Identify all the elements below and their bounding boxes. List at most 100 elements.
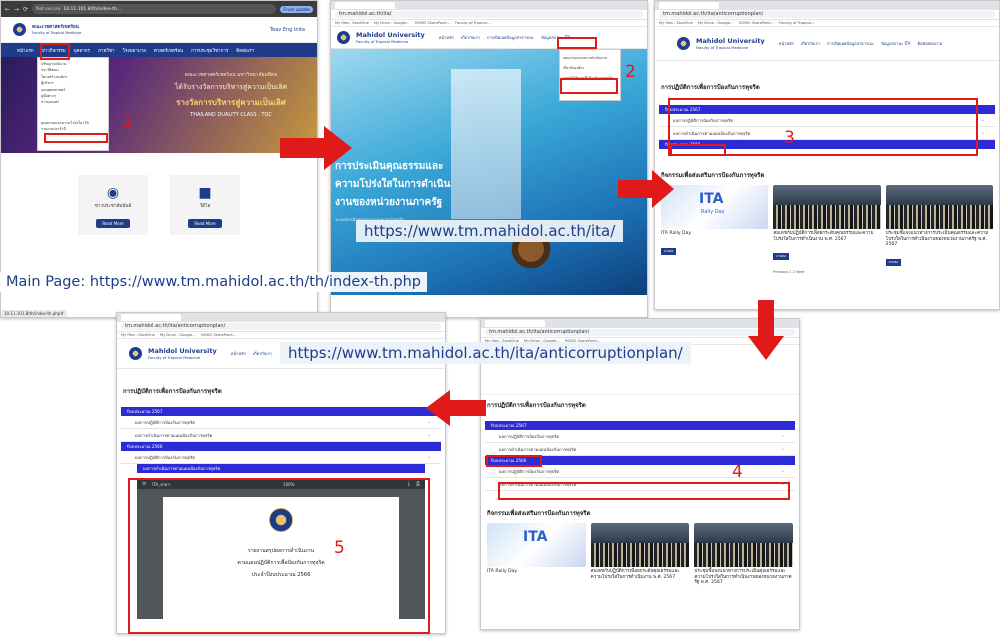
step2-highlight-submenu [560, 78, 618, 94]
browser-tab[interactable] [659, 2, 719, 9]
browser-tab[interactable] [485, 320, 545, 327]
read-more-button[interactable]: อ่านต่อ [661, 247, 677, 255]
nav-home[interactable]: หน้าหลัก [779, 40, 794, 47]
mahidol-logo-icon [129, 347, 142, 360]
browser-tab[interactable] [335, 2, 395, 9]
activity-card[interactable]: ITA Rally Day ITA Rally Day อ่านต่อ [661, 185, 769, 267]
main-page-caption: Main Page: https://www.tm.mahidol.ac.th/… [0, 272, 427, 292]
nav-about[interactable]: เกี่ยวกับเรา [461, 34, 480, 41]
address-bar[interactable]: tm.mahidol.ac.th/ita/ [335, 11, 643, 18]
nav-about[interactable]: เกี่ยวกับเรา [253, 350, 272, 357]
bookmark[interactable]: My Drive - Google... [698, 21, 734, 25]
nav-disclosure[interactable]: การเปิดเผยข้อมูลสาธารณะ [487, 34, 534, 41]
banner-line3: รางวัลการบริหารสู่ความเป็นเลิศ [176, 98, 286, 107]
nav-contact[interactable]: ติดต่อเรา [236, 47, 254, 54]
mahidol-name: Mahidol University [356, 30, 425, 39]
accordion-2567[interactable]: ปีงบประมาณ 2567 [121, 407, 441, 416]
address-row: tm.mahidol.ac.th/ita/anticorruptionplan/ [117, 322, 445, 332]
accordion-item-label: ผลการดำเนินการตามแผนป้องกันการทุจริต [499, 447, 577, 452]
bookmark[interactable]: My files - StudiOne [659, 21, 693, 25]
step5-number: 5 [334, 538, 345, 558]
bookmark[interactable]: My files - StudiOne [335, 21, 369, 25]
activity-card[interactable]: ITA ITA Rally Day [487, 523, 586, 586]
read-more-button[interactable]: Read More [188, 219, 222, 228]
video-card[interactable]: ■ วีดีโอ Read More [170, 175, 240, 235]
nav-home[interactable]: หน้าแรก [17, 47, 34, 54]
nav-home[interactable]: หน้าหลัก [439, 34, 454, 41]
ita-rally-image: ITA Rally Day [661, 185, 769, 229]
accordion-plan-result-open[interactable]: ผลการดำเนินการตามแผนป้องกันการทุจริต [137, 464, 425, 473]
ita-landing-screenshot: tm.mahidol.ac.th/ita/ My files - StudiOn… [330, 0, 648, 318]
site-header: คณะเวชศาสตร์เขตร้อน Faculty of Tropical … [1, 17, 317, 43]
bookmark[interactable]: MOMO SharePoint... [201, 333, 237, 337]
browser-toolbar: ← → ⟳ Not secure 10.11.101.8/th/index-th… [1, 1, 317, 17]
browser-tab[interactable] [121, 314, 181, 321]
banner-line2: ได้รับรางวัลการบริหารสู่ความเป็นเลิศ [174, 83, 288, 91]
nav-about[interactable]: เกี่ยวกับเรา [801, 40, 820, 47]
activity-cards: ITA Rally Day ITA Rally Day อ่านต่อ สมเด… [655, 185, 999, 267]
nav-home[interactable]: หน้าหลัก [231, 350, 246, 357]
submenu-item[interactable]: แผนงานและผลการดำเนินงาน [563, 53, 617, 63]
hero-text: การประเมินคุณธรรมและ ความโปร่งใสในการดำเ… [335, 159, 565, 223]
bookmark[interactable]: My Drive - Google... [374, 21, 410, 25]
activity-card[interactable]: ประชุมชี้แจงแนวทางการประเมินคุณธรรมและคว… [885, 185, 994, 267]
accordion-item[interactable]: ผลการปฏิบัติการป้องกันการทุจริต ⌄ [121, 416, 441, 429]
read-more-button[interactable]: อ่านต่อ [885, 258, 901, 266]
address-bar[interactable]: tm.mahidol.ac.th/ita/anticorruptionplan/ [121, 323, 441, 330]
address-bar[interactable]: Not secure 10.11.101.8/th/index-th... [32, 4, 277, 14]
read-more-button[interactable]: อ่านต่อ [773, 253, 789, 260]
tab-strip [331, 1, 647, 10]
bookmark[interactable]: MOMO SharePoint... [739, 21, 775, 25]
back-icon[interactable]: ← [5, 6, 10, 13]
rss-card[interactable]: ◉ ข่าวประชาสัมพันธ์ Read More [78, 175, 148, 235]
group-photo-image [694, 523, 794, 567]
nav-ita-status[interactable]: ข้อมูลสถานะ ITA [881, 40, 911, 47]
address-bar[interactable]: tm.mahidol.ac.th/ita/anticorruptionplan/ [659, 11, 995, 18]
bookmark[interactable]: My files - StudiOne [121, 333, 155, 337]
pagination[interactable]: Previous 1 2 Next [655, 267, 999, 277]
accordion-item[interactable]: ผลการปฏิบัติการป้องกันการทุจริต ⌄ [485, 430, 795, 443]
chevron-down-icon: ⌄ [780, 433, 785, 439]
nav-contact[interactable]: ติดต่อสอบถาม [918, 40, 943, 47]
faculty-logo-icon [13, 23, 26, 36]
page-title: การปฏิบัติการเพื่อการป้องกันการทุจริต [123, 388, 222, 395]
top-link[interactable]: Teav Eng Inita [270, 27, 305, 33]
accordion-item[interactable]: ผลการดำเนินการตามแผนป้องกันการทุจริต ⌄ [121, 429, 441, 442]
accordion-item[interactable]: ผลการปฏิบัติการป้องกันการทุจริต ⌄ [121, 451, 441, 464]
read-more-button[interactable]: Read More [96, 219, 130, 228]
accordion-2566[interactable]: ปีงบประมาณ 2566 [121, 442, 441, 451]
accordion-2567[interactable]: ปีงบประมาณ 2567 [485, 421, 795, 430]
mahidol-sub: Faculty of Tropical Medicine [696, 44, 749, 50]
dropdown-item[interactable]: การเผยแพร่ [41, 99, 105, 105]
bookmark[interactable]: My Drive - Google... [160, 333, 196, 337]
nav-departments[interactable]: ภาควิชา [98, 47, 115, 54]
tab-strip [655, 1, 999, 10]
nav-conference[interactable]: การประชุมวิชาการ [191, 47, 228, 54]
nav-hospital[interactable]: โรงพยาบาล [123, 47, 146, 54]
arrow-right-2 [618, 170, 674, 208]
nav-tropical[interactable]: ศาสตร์เขตร้อน [154, 47, 183, 54]
step2-highlight-nav [557, 37, 597, 49]
step2-number: 2 [625, 62, 636, 82]
bookmark[interactable]: Faculty of Tropical... [779, 21, 815, 25]
reload-icon[interactable]: ⟳ [23, 6, 28, 13]
bookmark[interactable]: Faculty of Tropical... [455, 21, 491, 25]
hero-line1: การประเมินคุณธรรมและ [335, 161, 444, 172]
finish-update-button[interactable]: Finish update [280, 5, 313, 13]
activity-card[interactable]: สมเดชกับปฏิบัติการเพื่อยกระดับคุณธรรมและ… [590, 523, 690, 586]
activity-card[interactable]: ประชุมชี้แจงแนวทางการประเมินคุณธรรมและคว… [694, 523, 794, 586]
forward-icon[interactable]: → [14, 6, 19, 13]
nav-staff[interactable]: บุคลากร [74, 47, 90, 54]
card-title: ITA Rally Day [661, 231, 692, 236]
hero-line3: งานของหน่วยงานภาครัฐ [335, 197, 443, 208]
activity-card[interactable]: สมเดชกับปฏิบัติการเพื่อยกระดับคุณธรรมและ… [773, 185, 881, 267]
nav-disclosure[interactable]: การเปิดเผยข้อมูลสาธารณะ [827, 40, 874, 47]
ita-badge: ITA [523, 529, 548, 545]
submenu-item[interactable]: เกี่ยวกับองค์กร [563, 63, 617, 73]
dropdown-item[interactable]: รายงานประจำปี [41, 126, 105, 132]
bookmark[interactable]: MOMO SharePoint... [415, 21, 451, 25]
ita-nav: หน้าหลัก เกี่ยวกับเรา การเปิดเผยข้อมูลสา… [439, 34, 571, 41]
not-secure-label: Not secure [36, 6, 61, 12]
arrow-left [426, 390, 486, 426]
card-title: ITA Rally Day [487, 569, 518, 574]
